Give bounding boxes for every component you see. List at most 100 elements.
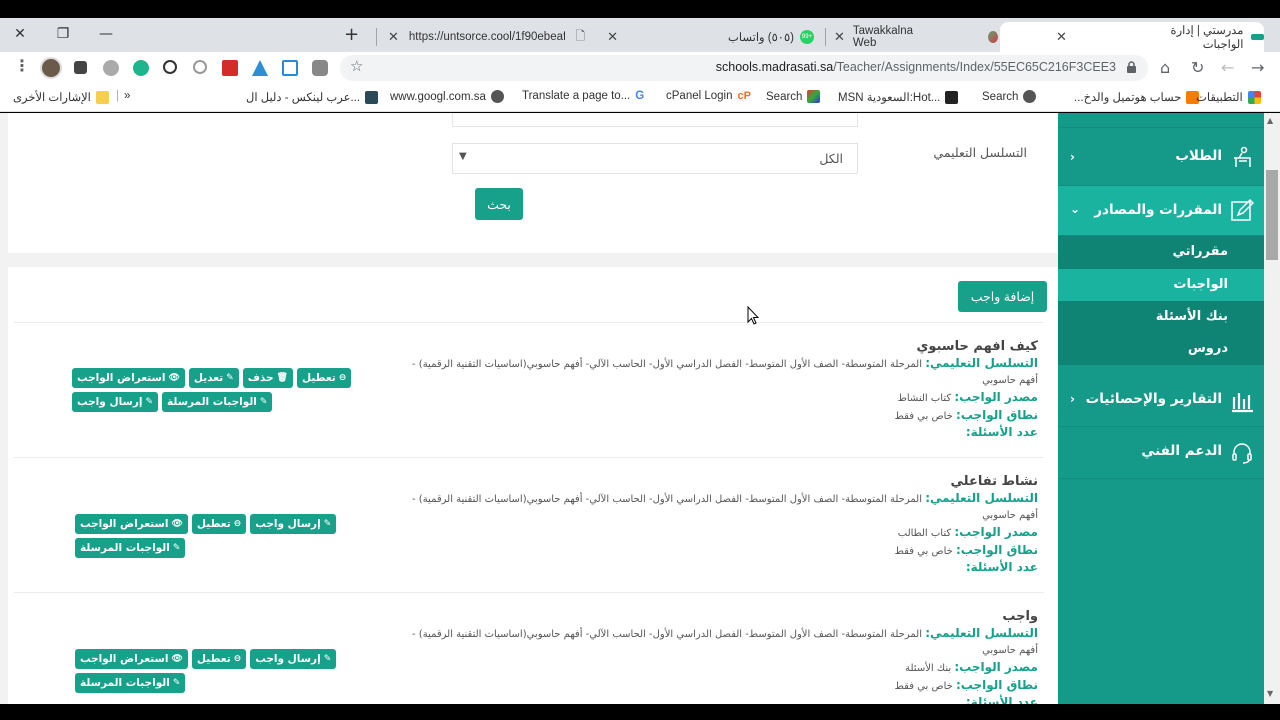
extensions-puzzle-icon[interactable] <box>74 61 87 74</box>
view-assignment-button[interactable]: 👁 استعراض الواجب <box>75 649 188 669</box>
tab-madrasati-active[interactable]: ✕ مدرستي | إدارة الواجبات <box>1000 22 1264 52</box>
bookmark-msn[interactable]: ...Hot:السعودية MSN <box>838 90 959 104</box>
bookmark-label: Search <box>982 90 1019 103</box>
assignment-item: نشاط تفاعلي التسلسل التعليمي: المرحلة ال… <box>14 470 1044 590</box>
disable-assignment-button[interactable]: ⊖ تعطيل <box>191 649 247 669</box>
view-assignment-button[interactable]: 👁 استعراض الواجب <box>75 514 188 534</box>
tab-whatsapp[interactable]: (٥٠٥) واتساب 99+ <box>640 22 820 52</box>
sequence-filter-label: التسلسل التعليمي <box>933 145 1027 160</box>
assignment-item: واجب التسلسل التعليمي: المرحلة المتوسطة-… <box>14 605 1044 704</box>
url-path: /Teacher/Assignments/Index/55EC65C216F3C… <box>833 60 1116 74</box>
minus-circle-icon: ⊖ <box>338 373 347 383</box>
tab-close-icon[interactable]: ✕ <box>834 29 845 45</box>
edit-icon: ✎ <box>259 397 268 407</box>
sequence-value: المرحلة المتوسطة- الصف الأول المتوسط- ال… <box>412 359 922 370</box>
window-restore-button[interactable]: ❐ <box>43 22 83 46</box>
profile-avatar[interactable] <box>40 57 62 79</box>
sent-assignments-button[interactable]: ✎ الواجبات المرسلة <box>75 673 186 693</box>
sidebar-subitem-lessons[interactable]: دروس <box>1058 333 1264 365</box>
tab-close-icon[interactable]: ✕ <box>1056 29 1067 45</box>
menu-kebab-icon[interactable]: ⋮ <box>14 56 30 75</box>
bookmarks-overflow-button[interactable]: » <box>124 90 130 102</box>
search-button[interactable]: بحث <box>475 188 523 220</box>
bookmark-arablinux[interactable]: عرب لينكس - دليل ال... <box>246 90 379 104</box>
button-label: تعطيل <box>196 653 231 665</box>
assignment-title: كيف افهم حاسبوي <box>916 339 1038 354</box>
bookmark-cpanel[interactable]: cPanel Login cP <box>666 90 751 102</box>
scroll-thumb[interactable] <box>1266 170 1278 260</box>
sidebar-subitem-label: بنك الأسئلة <box>1155 309 1228 324</box>
extension-icon[interactable] <box>103 60 119 76</box>
sidebar-item-students[interactable]: الطلاب › <box>1058 128 1264 186</box>
tab-close-icon[interactable]: ✕ <box>388 29 399 45</box>
extension-headphones-icon[interactable] <box>193 60 207 74</box>
bookmark-apps[interactable]: التطبيقات <box>1196 90 1261 104</box>
home-icon[interactable]: ⌂ <box>1160 58 1170 77</box>
sidebar-subitem-question-bank[interactable]: بنك الأسئلة <box>1058 301 1264 333</box>
bookmark-search-2[interactable]: Search <box>982 90 1037 103</box>
send-assignment-button[interactable]: ✎ إرسال واجب <box>250 649 337 669</box>
add-assignment-button[interactable]: إضافة واجب <box>958 281 1047 312</box>
whatsapp-badge-icon: 99+ <box>800 30 814 44</box>
edit-icon: ✎ <box>323 519 332 529</box>
send-assignment-button[interactable]: ✎ إرسال واجب <box>250 514 337 534</box>
bookmark-hotmail[interactable]: حساب هوتميل والدخ... <box>1074 90 1200 104</box>
url-text[interactable]: schools.madrasati.sa/Teacher/Assignments… <box>716 60 1116 74</box>
screen-bottom-border <box>0 704 1280 720</box>
scroll-up-arrow-icon[interactable]: ▲ <box>1267 116 1273 125</box>
view-assignment-button[interactable]: 👁 استعراض الواجب <box>72 368 185 388</box>
sidebar-subitem-assignments-active[interactable]: الواجبات <box>1058 269 1264 301</box>
bookmark-other[interactable]: الإشارات الأخرى <box>13 90 109 104</box>
question-count-label: عدد الأسئلة: <box>965 425 1038 439</box>
disable-assignment-button[interactable]: ⊖ تعطيل <box>296 368 352 388</box>
filter-input-top[interactable] <box>452 113 858 127</box>
sent-assignments-button[interactable]: ✎ الواجبات المرسلة <box>162 392 273 412</box>
bookmark-star-icon[interactable]: ☆ <box>350 57 363 75</box>
delete-assignment-button[interactable]: 🗑 حذف <box>242 368 293 388</box>
extension-screen-icon[interactable] <box>282 60 298 76</box>
tab-close-icon[interactable]: ✕ <box>607 29 618 45</box>
extension-x-red-icon[interactable] <box>222 60 238 76</box>
scroll-down-arrow-icon[interactable]: ▼ <box>1267 689 1273 698</box>
sidebar-item-support[interactable]: الدعم الفني <box>1058 427 1264 479</box>
button-label: تعطيل <box>196 518 231 530</box>
back-arrow-icon[interactable]: → <box>1251 58 1264 77</box>
sidebar-item-reports[interactable]: التقارير والإحصائيات › <box>1058 375 1264 427</box>
assignment-scope: نطاق الواجب: خاص بي فقط <box>895 408 1038 422</box>
lock-icon[interactable] <box>1127 61 1136 73</box>
sent-assignments-button[interactable]: ✎ الواجبات المرسلة <box>75 538 186 558</box>
send-assignment-button[interactable]: ✎ إرسال واجب <box>72 392 159 412</box>
address-bar[interactable]: ☆ schools.madrasati.sa/Teacher/Assignmen… <box>340 55 1148 81</box>
sidebar-subitem-my-courses[interactable]: مقرراتي <box>1058 236 1264 269</box>
google-icon: G <box>635 90 645 102</box>
bookmark-translate[interactable]: Translate a page to... G <box>522 90 644 102</box>
button-label: الواجبات المرسلة <box>80 677 170 689</box>
window-minimize-button[interactable]: — <box>86 22 126 46</box>
tab-tawakkalna[interactable]: ✕ Tawakkalna Web <box>828 22 998 52</box>
extension-x-circle-icon[interactable] <box>163 60 177 74</box>
headset-icon <box>1232 443 1252 464</box>
sidebar-item-courses[interactable]: المقررات والمصادر ⌄ <box>1058 186 1264 236</box>
folder-icon <box>95 90 109 104</box>
tab-untsorce[interactable]: ✕ https://untsorce.cool/1f90ebeaf: 🗋 ✕ <box>378 22 628 52</box>
sequence-select[interactable]: الكل ▼ <box>452 143 858 174</box>
button-label: استعراض الواجب <box>80 653 169 665</box>
reload-icon[interactable]: ↻ <box>1191 58 1204 77</box>
new-tab-button[interactable]: + <box>344 24 359 45</box>
extension-triangle-icon[interactable] <box>252 60 268 76</box>
divider <box>14 457 1044 458</box>
bookmark-label: www.googl.com.sa <box>390 90 486 103</box>
bookmark-label: التطبيقات <box>1196 92 1243 104</box>
question-count-label: عدد الأسئلة: <box>965 560 1038 574</box>
extension-meet-icon[interactable] <box>133 60 149 76</box>
extension-skype-icon[interactable] <box>312 60 328 76</box>
bookmark-googl[interactable]: www.googl.com.sa <box>390 90 504 103</box>
page-scrollbar[interactable]: ▲ ▼ <box>1264 113 1280 704</box>
edit-icon: ✎ <box>172 543 181 553</box>
bookmark-search-1[interactable]: Search <box>766 90 821 103</box>
disable-assignment-button[interactable]: ⊖ تعطيل <box>191 514 247 534</box>
forward-arrow-icon[interactable]: ← <box>1221 58 1234 77</box>
eye-icon: 👁 <box>168 373 180 383</box>
window-close-button[interactable]: ✕ <box>0 22 40 46</box>
edit-assignment-button[interactable]: ✎ تعديل <box>188 368 239 388</box>
